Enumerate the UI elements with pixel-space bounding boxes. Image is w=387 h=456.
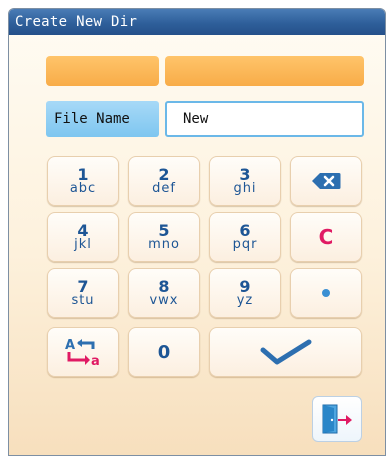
key-0[interactable]: 0 <box>128 327 200 377</box>
svg-text:a: a <box>91 354 100 368</box>
key-4[interactable]: 4 jkl <box>47 212 119 262</box>
key-2-number: 2 <box>158 165 170 184</box>
key-3[interactable]: 3 ghi <box>209 156 281 206</box>
checkmark-icon <box>260 339 311 365</box>
key-3-letters: ghi <box>233 181 257 196</box>
key-1[interactable]: 1 abc <box>47 156 119 206</box>
key-6-letters: pqr <box>232 237 258 252</box>
key-3-number: 3 <box>239 165 251 184</box>
backspace-button[interactable] <box>290 156 362 206</box>
key-5[interactable]: 5 mno <box>128 212 200 262</box>
key-8-letters: vwx <box>149 293 179 308</box>
dialog-title: Create New Dir <box>9 9 385 35</box>
case-toggle-icon: A a <box>65 338 100 368</box>
key-7-letters: stu <box>71 293 95 308</box>
clear-button[interactable]: C <box>290 212 362 262</box>
key-4-letters: jkl <box>74 237 92 252</box>
key-2-letters: def <box>152 181 176 196</box>
file-name-label: File Name <box>46 101 159 137</box>
svg-text:A: A <box>65 338 75 353</box>
clear-label: C <box>318 225 334 249</box>
key-0-number: 0 <box>157 341 171 363</box>
key-2[interactable]: 2 def <box>128 156 200 206</box>
key-1-number: 1 <box>77 165 89 184</box>
key-8[interactable]: 8 vwx <box>128 268 200 318</box>
exit-button[interactable] <box>312 396 362 442</box>
key-6-number: 6 <box>239 221 251 240</box>
backspace-icon <box>312 173 341 189</box>
key-5-letters: mno <box>148 237 180 252</box>
status-bar-left <box>46 56 159 86</box>
key-1-letters: abc <box>69 181 97 196</box>
key-9-letters: yz <box>236 293 254 308</box>
key-9[interactable]: 9 yz <box>209 268 281 318</box>
confirm-button[interactable] <box>209 327 362 377</box>
key-7[interactable]: 7 stu <box>47 268 119 318</box>
exit-door-icon <box>322 404 352 434</box>
key-9-number: 9 <box>239 277 251 296</box>
key-7-number: 7 <box>77 277 89 296</box>
key-4-number: 4 <box>77 221 89 240</box>
status-bar-right <box>165 56 364 86</box>
case-toggle-button[interactable]: A a <box>47 327 119 377</box>
create-new-dir-dialog: Create New Dir File Name New 1 abc 2 def… <box>8 8 386 456</box>
file-name-input[interactable]: New <box>165 101 364 137</box>
dot-icon <box>322 289 330 297</box>
key-8-number: 8 <box>158 277 170 296</box>
dot-button[interactable] <box>290 268 362 318</box>
key-6[interactable]: 6 pqr <box>209 212 281 262</box>
key-5-number: 5 <box>158 221 170 240</box>
